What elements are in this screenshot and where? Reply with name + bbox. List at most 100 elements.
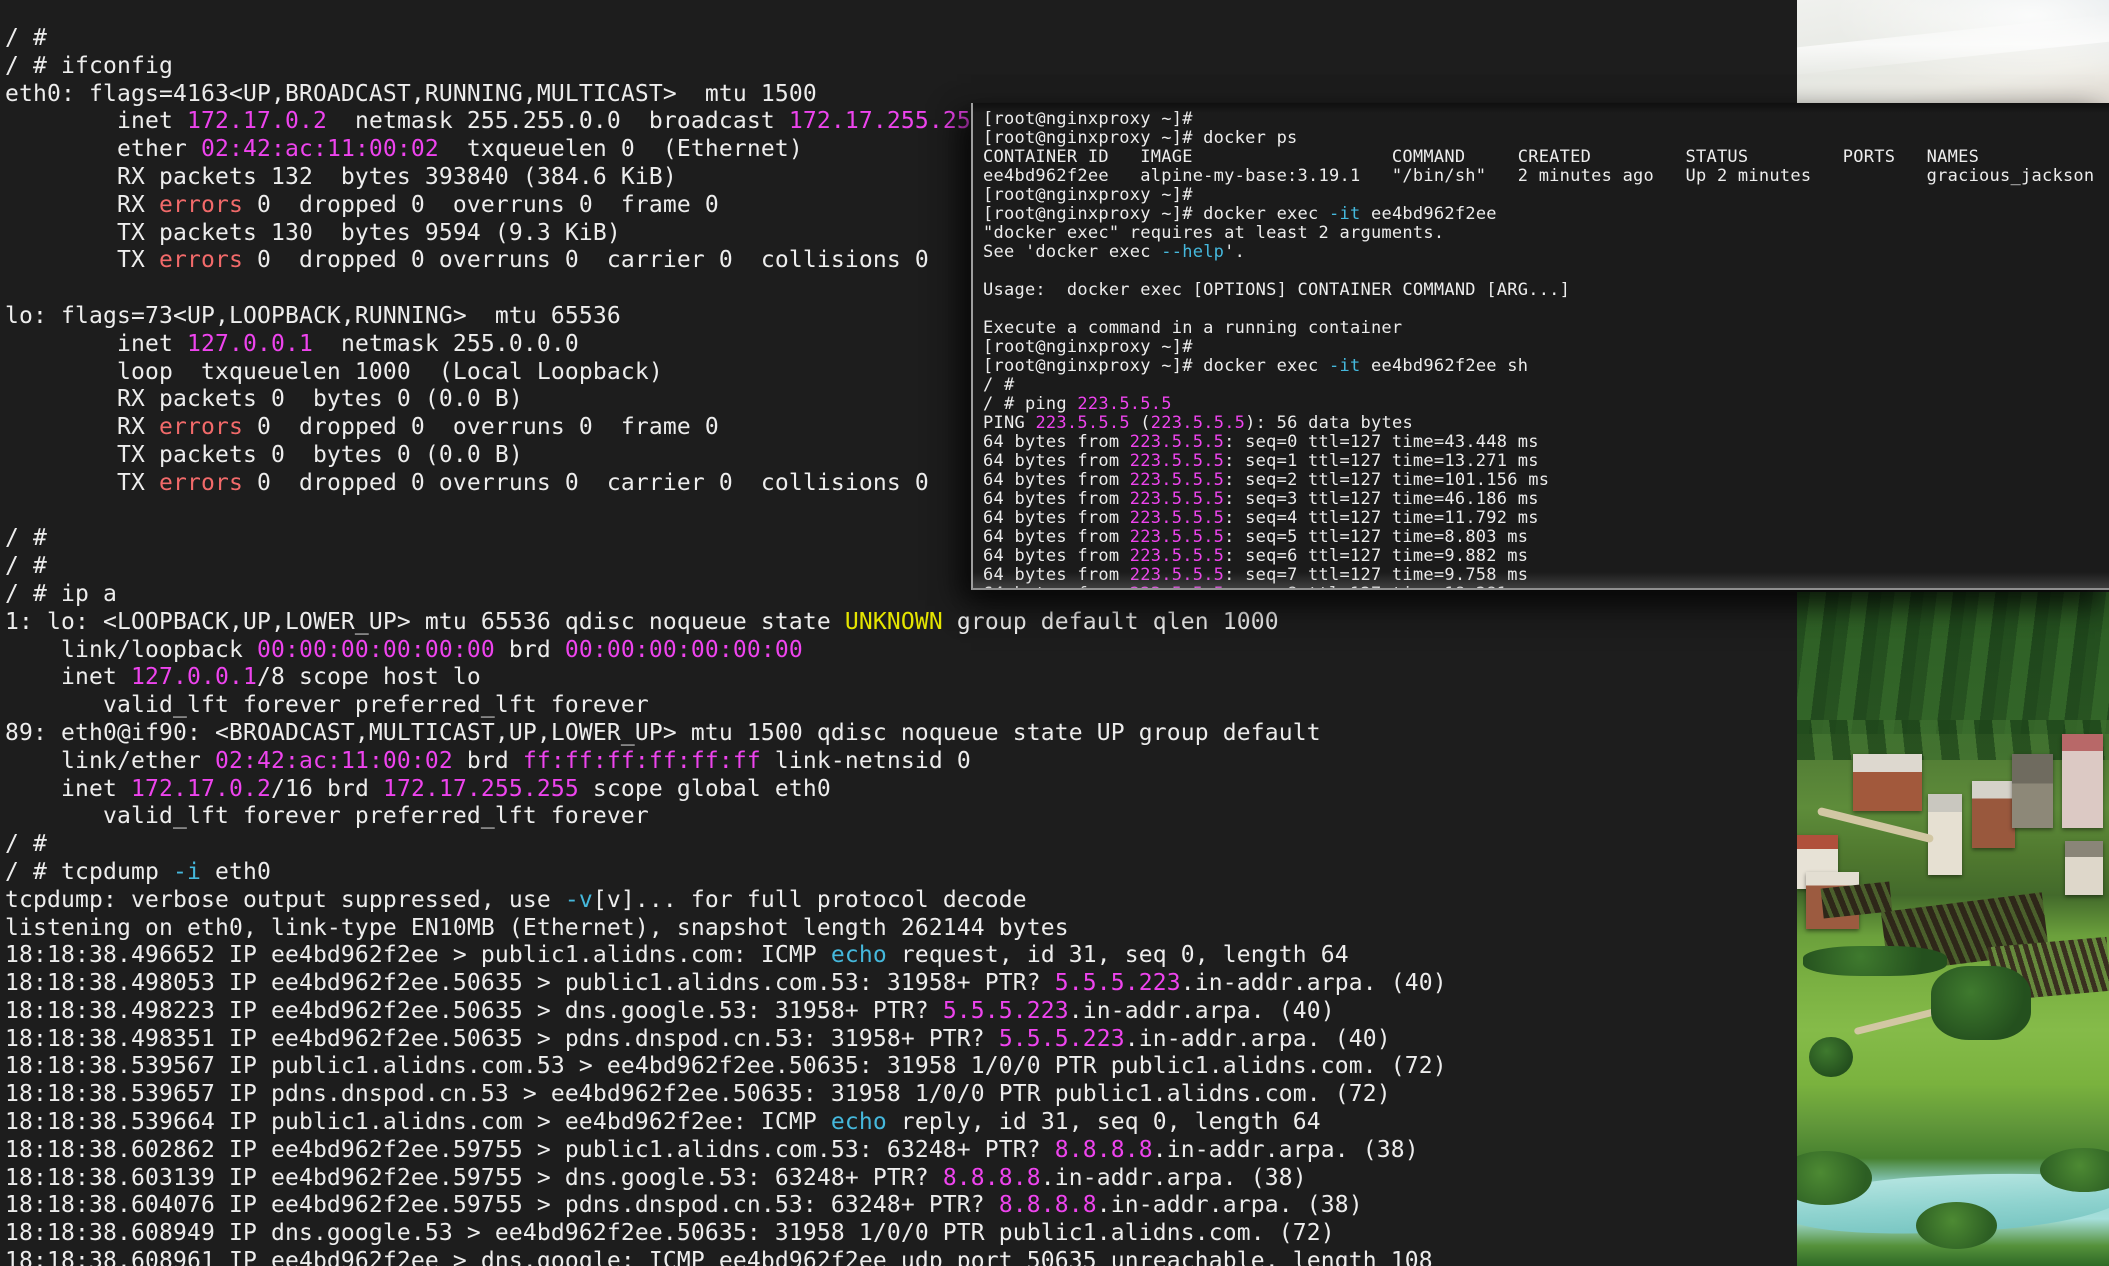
terminal-text-magenta: ff:ff:ff:ff:ff:ff [523,748,761,774]
terminal-text-magenta: 223.5.5.5 [1130,546,1224,566]
terminal-text: ee4bd962f2ee alpine-my-base:3.19.1 "/bin… [983,166,2094,186]
terminal-line: 18:18:38.498223 IP ee4bd962f2ee.50635 > … [5,998,2109,1026]
terminal-text-cyan: -v [565,887,593,913]
terminal-line: 64 bytes from 223.5.5.5: seq=7 ttl=127 t… [983,566,2109,585]
terminal-text: 18:18:38.539664 IP public1.alidns.com > … [5,1109,831,1135]
terminal-text: [root@nginxproxy ~]# [983,185,1193,205]
terminal-text: reply, id 31, seq 0, length 64 [887,1109,1321,1135]
terminal-text: inet [5,776,131,802]
terminal-text-magenta: 172.17.0.2 [131,776,271,802]
terminal-text-magenta: 8.8.8.8 [943,1165,1041,1191]
terminal-text: : seq=4 ttl=127 time=11.792 ms [1224,508,1539,528]
terminal-text: eth0 [201,859,271,885]
terminal-text-magenta: 00:00:00:00:00:00 [565,637,803,663]
terminal-text: [root@nginxproxy ~]# [983,109,1193,129]
docker-terminal-window[interactable]: [root@nginxproxy ~]#[root@nginxproxy ~]#… [971,103,2109,590]
terminal-text: .in-addr.arpa. (38) [1041,1165,1307,1191]
terminal-line: 64 bytes from 223.5.5.5: seq=4 ttl=127 t… [983,509,2109,528]
terminal-text: ee4bd962f2ee [1360,204,1496,224]
terminal-text: 18:18:38.498053 IP ee4bd962f2ee.50635 > … [5,970,1055,996]
terminal-text-magenta: 223.5.5.5 [1130,508,1224,528]
terminal-text: .in-addr.arpa. (40) [1181,970,1447,996]
terminal-text: netmask 255.0.0.0 [313,331,579,357]
terminal-text: : seq=0 ttl=127 time=43.448 ms [1224,432,1539,452]
terminal-text-cyan: echo [831,942,887,968]
terminal-text: listening on eth0, link-type EN10MB (Eth… [5,915,1069,941]
terminal-line: Usage: docker exec [OPTIONS] CONTAINER C… [983,281,2109,300]
terminal-text: / # ifconfig [5,53,173,79]
village-forest [1797,592,2109,734]
terminal-line: 64 bytes from 223.5.5.5: seq=1 ttl=127 t… [983,452,2109,471]
terminal-text: 64 bytes from [983,565,1130,585]
terminal-text-magenta: 223.5.5.5 [1077,394,1171,414]
terminal-line: ee4bd962f2ee alpine-my-base:3.19.1 "/bin… [983,167,2109,186]
terminal-text-red: errors [159,247,243,273]
village-house-gray-right [2012,754,2053,828]
village-house-white-right [2065,841,2102,895]
terminal-text: 18:18:38.604076 IP ee4bd962f2ee.59755 > … [5,1192,999,1218]
terminal-text: 64 bytes from [983,432,1130,452]
terminal-line: See 'docker exec --help'. [983,243,2109,262]
terminal-line: 18:18:38.539567 IP public1.alidns.com.53… [5,1053,2109,1081]
terminal-line: inet 127.0.0.1/8 scope host lo [5,664,2109,692]
terminal-text-cyan: -it [1329,204,1360,224]
sky-photo [1797,0,2109,104]
terminal-text: 18:18:38.539657 IP pdns.dnspod.cn.53 > e… [5,1081,1391,1107]
village-house-white-mid [1928,794,1962,875]
terminal-text: ): 56 data bytes [1245,413,1413,433]
terminal-text: 18:18:38.608961 IP ee4bd962f2ee > dns.go… [5,1248,1433,1266]
terminal-text-magenta: 02:42:ac:11:00:02 [215,748,453,774]
terminal-text: RX packets 132 bytes 393840 (384.6 KiB) [5,164,677,190]
terminal-text: TX packets 0 bytes 0 (0.0 B) [5,442,523,468]
terminal-line: 1: lo: <LOOPBACK,UP,LOWER_UP> mtu 65536 … [5,609,2109,637]
terminal-text: link/ether [5,748,215,774]
terminal-line: 18:18:38.539657 IP pdns.dnspod.cn.53 > e… [5,1081,2109,1109]
terminal-line: Execute a command in a running container [983,319,2109,338]
terminal-text: See 'docker exec [983,242,1161,262]
terminal-text-cyan: -it [1329,356,1360,376]
terminal-text: TX [5,247,159,273]
terminal-text-magenta: 223.5.5.5 [1130,470,1224,490]
terminal-text-magenta: 02:42:ac:11:00:02 [201,136,439,162]
terminal-text: 0 dropped 0 overruns 0 frame 0 [243,192,719,218]
terminal-text: [root@nginxproxy ~]# docker exec [983,356,1329,376]
terminal-line: [root@nginxproxy ~]# docker ps [983,129,2109,148]
terminal-text: TX [5,470,159,496]
terminal-text: 89: eth0@if90: <BROADCAST,MULTICAST,UP,L… [5,720,1321,746]
terminal-text-magenta: 5.5.5.223 [1055,970,1181,996]
terminal-text-magenta: 172.17.255.255 [383,776,579,802]
terminal-text: ( [1130,413,1151,433]
terminal-text: [root@nginxproxy ~]# docker exec [983,204,1329,224]
terminal-text: .in-addr.arpa. (38) [1153,1137,1419,1163]
terminal-text: / # [5,25,47,51]
terminal-text: : seq=7 ttl=127 time=9.758 ms [1224,565,1528,585]
terminal-text: txqueuelen 0 (Ethernet) [439,136,803,162]
sky-cloud-streak [1797,12,2109,78]
terminal-line: CONTAINER ID IMAGE COMMAND CREATED STATU… [983,148,2109,167]
terminal-text: loop txqueuelen 1000 (Local Loopback) [5,359,663,385]
terminal-line: 18:18:38.604076 IP ee4bd962f2ee.59755 > … [5,1192,2109,1220]
terminal-text: / # ip a [5,581,117,607]
terminal-line: [root@nginxproxy ~]# [983,338,2109,357]
terminal-text: link-netnsid 0 [761,748,971,774]
village-house-brick-mid [1972,781,2016,848]
terminal-line: / # [5,831,2109,859]
terminal-text-magenta: 223.5.5.5 [1151,413,1245,433]
terminal-line: / # [5,25,2109,53]
terminal-text: RX [5,192,159,218]
terminal-text-red: errors [159,470,243,496]
terminal-text: / # [983,375,1014,395]
terminal-text: valid_lft forever preferred_lft forever [5,692,649,718]
terminal-text: 18:18:38.608949 IP dns.google.53 > ee4bd… [5,1220,1335,1246]
terminal-line: 18:18:38.496652 IP ee4bd962f2ee > public… [5,942,2109,970]
terminal-text: 64 bytes from [983,527,1130,547]
terminal-line: 18:18:38.608949 IP dns.google.53 > ee4bd… [5,1220,2109,1248]
terminal-text: 18:18:38.498351 IP ee4bd962f2ee.50635 > … [5,1026,999,1052]
terminal-line: 64 bytes from 223.5.5.5: seq=3 ttl=127 t… [983,490,2109,509]
terminal-line: 18:18:38.539664 IP public1.alidns.com > … [5,1109,2109,1137]
terminal-text: request, id 31, seq 0, length 64 [887,942,1349,968]
terminal-text: PING [983,413,1035,433]
terminal-line: 18:18:38.602862 IP ee4bd962f2ee.59755 > … [5,1137,2109,1165]
terminal-line: 18:18:38.608961 IP ee4bd962f2ee > dns.go… [5,1248,2109,1266]
terminal-text-magenta: 223.5.5.5 [1130,451,1224,471]
